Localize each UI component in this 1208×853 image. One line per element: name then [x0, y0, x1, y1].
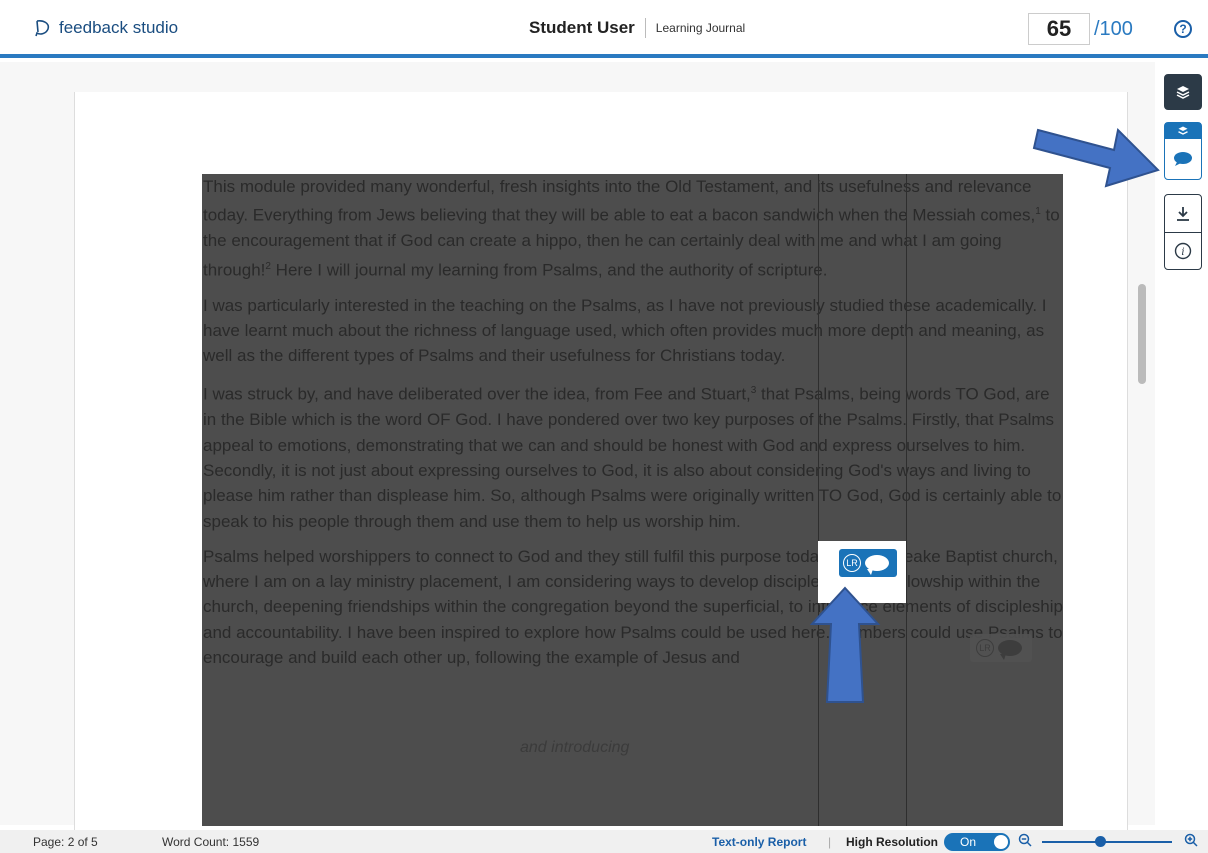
- page-indicator: Page: 2 of 5: [33, 835, 98, 849]
- pointer-arrow-right: [1032, 127, 1160, 188]
- download-icon: [1177, 206, 1189, 221]
- word-count: Word Count: 1559: [162, 835, 260, 849]
- layer-header[interactable]: [1165, 123, 1201, 139]
- info-button[interactable]: i: [1165, 232, 1201, 269]
- paragraph: I was particularly interested in the tea…: [203, 295, 1047, 366]
- comment-bubble-icon: [865, 555, 889, 575]
- pointer-arrow-up: [809, 586, 881, 703]
- column-guide: [906, 174, 907, 826]
- lr-badge: LR: [843, 554, 861, 572]
- high-resolution-label: High Resolution: [846, 835, 938, 849]
- column-guide: [818, 174, 819, 826]
- svg-text:i: i: [1181, 247, 1184, 258]
- tool-panel: i: [1164, 194, 1202, 270]
- score-input[interactable]: 65: [1028, 13, 1090, 45]
- comment-layer-panel[interactable]: [1164, 122, 1202, 180]
- zoom-in-icon[interactable]: [1184, 833, 1198, 847]
- text-only-report-link[interactable]: Text-only Report: [712, 835, 806, 849]
- zoom-slider[interactable]: [1042, 841, 1172, 843]
- paragraph: I was struck by, and have deliberated ov…: [203, 385, 1062, 531]
- comment-mark-active[interactable]: LR: [839, 549, 897, 577]
- feedback-logo-icon: [35, 20, 50, 37]
- footer-separator: |: [828, 835, 832, 849]
- comment-mark[interactable]: LR: [970, 634, 1032, 662]
- zoom-out-icon[interactable]: [1018, 833, 1032, 847]
- brand-logo[interactable]: feedback studio: [33, 18, 178, 38]
- toggle-state: On: [960, 835, 977, 849]
- score-max: /100: [1094, 17, 1133, 40]
- grade-display: 65 /100: [1028, 13, 1133, 45]
- layers-icon: [1176, 86, 1190, 99]
- submission-text: This module provided many wonderful, fre…: [202, 174, 1063, 826]
- toggle-knob: [994, 835, 1008, 849]
- brand-name: feedback studio: [59, 18, 179, 37]
- vertical-scrollbar[interactable]: [1138, 284, 1146, 384]
- paragraph: This module provided many wonderful, fre…: [203, 177, 1060, 280]
- layers-icon: [1178, 126, 1188, 135]
- paragraph: Psalms helped worshippers to connect to …: [203, 546, 1063, 668]
- submission-info: Student User Learning Journal: [529, 18, 745, 38]
- info-icon: i: [1174, 242, 1192, 260]
- student-name: Student User: [529, 18, 635, 37]
- inline-comment[interactable]: and introducing: [520, 739, 629, 757]
- assignment-title: Learning Journal: [655, 21, 746, 35]
- question-circle-icon[interactable]: ?: [1174, 20, 1192, 38]
- lr-badge: LR: [976, 639, 994, 657]
- comment-bubble-icon: [1174, 152, 1192, 166]
- zoom-slider-handle[interactable]: [1095, 836, 1106, 847]
- comment-bubble-icon: [998, 640, 1022, 660]
- download-button[interactable]: [1165, 195, 1201, 232]
- layers-button[interactable]: [1164, 74, 1202, 110]
- high-resolution-toggle[interactable]: On: [944, 833, 1010, 851]
- title-divider: [644, 18, 646, 38]
- top-header: feedback studio Student User Learning Jo…: [0, 0, 1208, 58]
- comment-layer-button[interactable]: [1165, 139, 1201, 179]
